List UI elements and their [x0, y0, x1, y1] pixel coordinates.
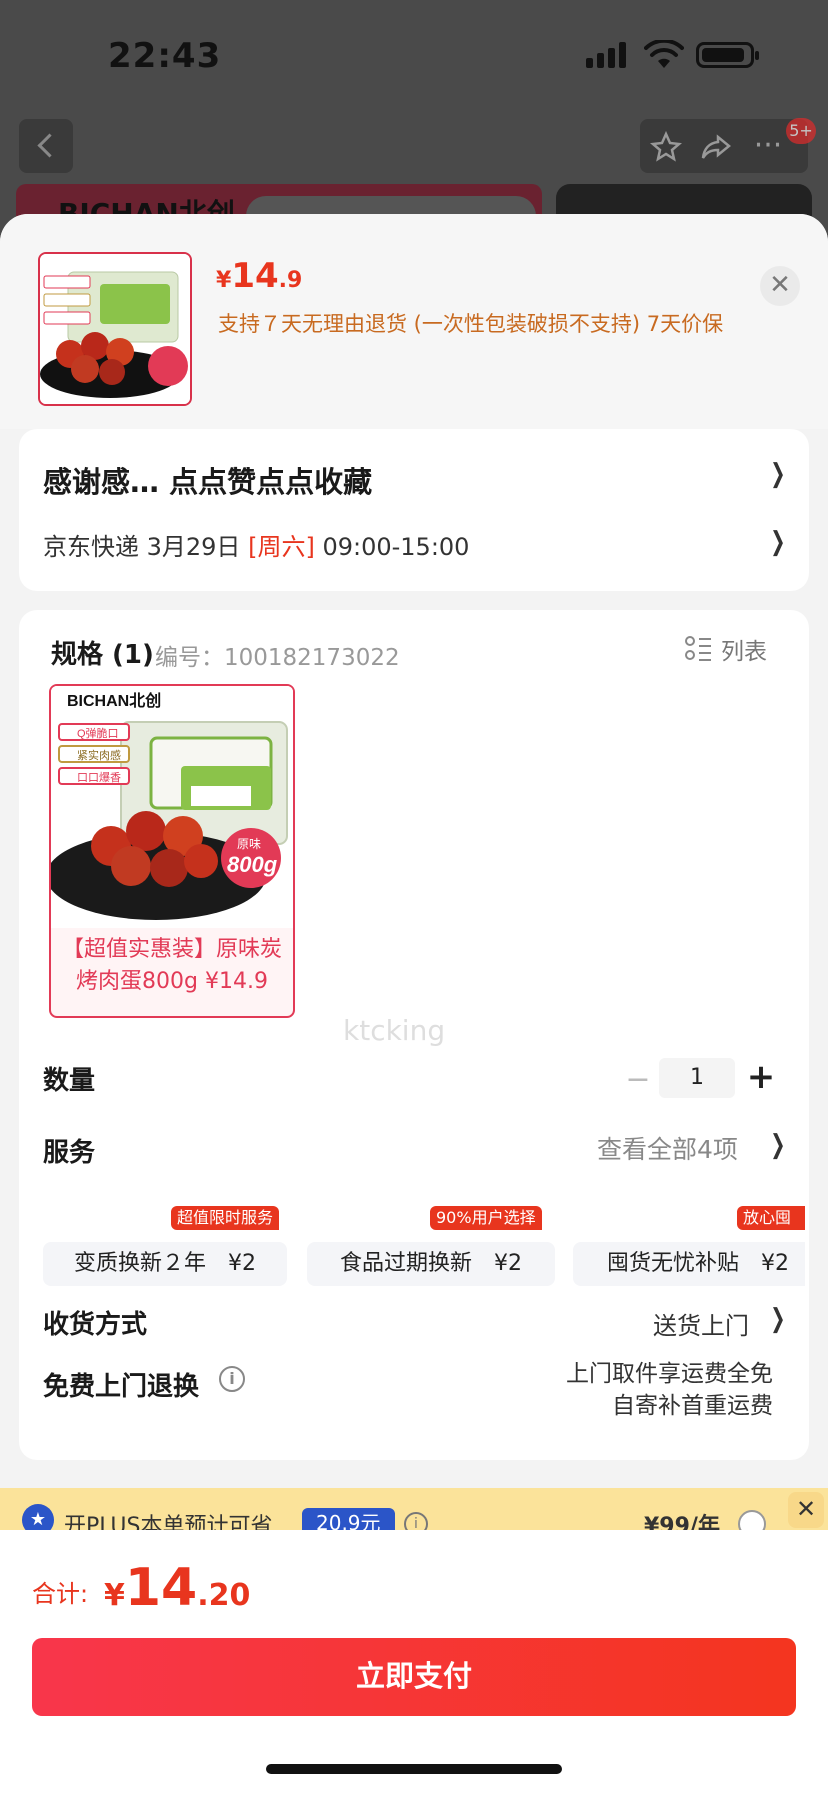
spec-img-flavor: 原味 — [237, 837, 261, 851]
spec-img-feature: Q弹脆口 — [77, 726, 119, 740]
quantity-label: 数量 — [43, 1066, 96, 1096]
spec-img-feature: 紧实肉感 — [77, 748, 121, 762]
service-tag: 90%用户选择 — [430, 1206, 542, 1230]
product-code: 编号：100182173022 — [155, 645, 400, 671]
home-indicator — [266, 1764, 562, 1774]
chevron-right-icon[interactable]: ❯ — [770, 527, 785, 557]
spec-img-feature: 口口爆香 — [77, 770, 121, 784]
share-icon[interactable] — [700, 131, 732, 163]
purchase-sheet: ¥14.9 支持７天无理由退货 (一次性包装破损不支持) 7天价保 ✕ 感谢感…… — [0, 214, 828, 1795]
signal-icon — [586, 42, 630, 68]
status-time: 22:43 — [108, 36, 222, 76]
product-thumbnail[interactable] — [38, 252, 192, 406]
free-return-label: 免费上门退换 — [43, 1372, 200, 1402]
service-tag: 放心囤 — [737, 1206, 805, 1230]
more-icon[interactable]: ··· — [752, 131, 784, 163]
star-icon[interactable] — [650, 131, 682, 163]
notification-badge: 5+ — [786, 118, 816, 144]
back-icon[interactable] — [19, 119, 73, 173]
total-label: 合计: — [32, 1580, 89, 1608]
spec-img-weight: 800g — [227, 852, 278, 877]
checkout-footer: 合计: ¥14.20 立即支付 — [0, 1530, 828, 1795]
delivery-info[interactable]: 京东快递 3月29日 [周六] 09:00-15:00 — [43, 527, 469, 562]
spec-option-selected[interactable]: BICHAN北创 Q弹脆口 紧实肉感 口口爆香 原味 800g 【超值实惠装】原… — [49, 684, 295, 1018]
return-policy-note: 支持７天无理由退货 (一次性包装破损不支持) 7天价保 — [218, 312, 724, 336]
service-chip[interactable]: 囤货无忧补贴 ¥2 — [573, 1242, 805, 1286]
spec-option-image: BICHAN北创 Q弹脆口 紧实肉感 口口爆香 原味 800g — [51, 686, 293, 928]
service-chip[interactable]: 食品过期换新 ¥2 — [307, 1242, 555, 1286]
status-bar: 22:43 — [0, 0, 828, 110]
service-label: 服务 — [43, 1138, 96, 1168]
close-icon[interactable]: ✕ — [788, 1492, 824, 1528]
receive-method-value[interactable]: 送货上门 — [653, 1306, 749, 1341]
address-title[interactable]: 感谢感… 点点赞点点收藏 — [43, 459, 372, 501]
address-card: 感谢感… 点点赞点点收藏 ❯ 京东快递 3月29日 [周六] 09:00-15:… — [19, 429, 809, 591]
free-return-line2: 自寄补首重运费 — [612, 1393, 773, 1419]
chevron-right-icon[interactable]: ❯ — [770, 459, 785, 489]
wifi-icon — [644, 40, 684, 68]
unit-price: ¥14.9 — [216, 256, 303, 296]
list-view-toggle[interactable]: 列表 — [685, 632, 785, 666]
background-page: 22:43 ··· 5+ BICHAN北创 — [0, 0, 828, 264]
list-icon — [685, 636, 713, 662]
spec-card: 规格 (1) 编号：100182173022 列表 BICHAN北创 Q弹脆口 — [19, 610, 809, 1460]
total-price: ¥14.20 — [104, 1558, 251, 1618]
sheet-header: ¥14.9 支持７天无理由退货 (一次性包装破损不支持) 7天价保 ✕ — [0, 214, 828, 429]
quantity-increase-button[interactable]: + — [745, 1060, 777, 1094]
quantity-input[interactable]: 1 — [659, 1058, 735, 1098]
spec-option-label: 【超值实惠装】原味炭烤肉蛋800g ¥14.9 — [61, 937, 282, 994]
quantity-decrease-button[interactable]: − — [623, 1065, 653, 1096]
watermark: ktcking — [343, 1014, 446, 1047]
free-return-line1: 上门取件享运费全免 — [566, 1361, 773, 1387]
pay-now-button[interactable]: 立即支付 — [32, 1638, 796, 1716]
chevron-right-icon[interactable]: ❯ — [770, 1130, 785, 1160]
info-icon[interactable]: i — [219, 1366, 245, 1392]
spec-img-brand: BICHAN北创 — [67, 691, 161, 710]
service-options: 变质换新２年 ¥2 食品过期换新 ¥2 囤货无忧补贴 ¥2 — [43, 1224, 805, 1286]
close-icon[interactable]: ✕ — [760, 266, 800, 306]
top-actions: ··· — [640, 119, 808, 173]
service-view-all[interactable]: 查看全部4项 — [597, 1130, 738, 1166]
service-chip[interactable]: 变质换新２年 ¥2 — [43, 1242, 287, 1286]
battery-icon — [696, 42, 759, 68]
chevron-right-icon[interactable]: ❯ — [770, 1304, 785, 1334]
spec-title: 规格 (1) — [51, 640, 154, 670]
receive-method-label: 收货方式 — [43, 1310, 148, 1340]
service-tag: 超值限时服务 — [171, 1206, 280, 1230]
